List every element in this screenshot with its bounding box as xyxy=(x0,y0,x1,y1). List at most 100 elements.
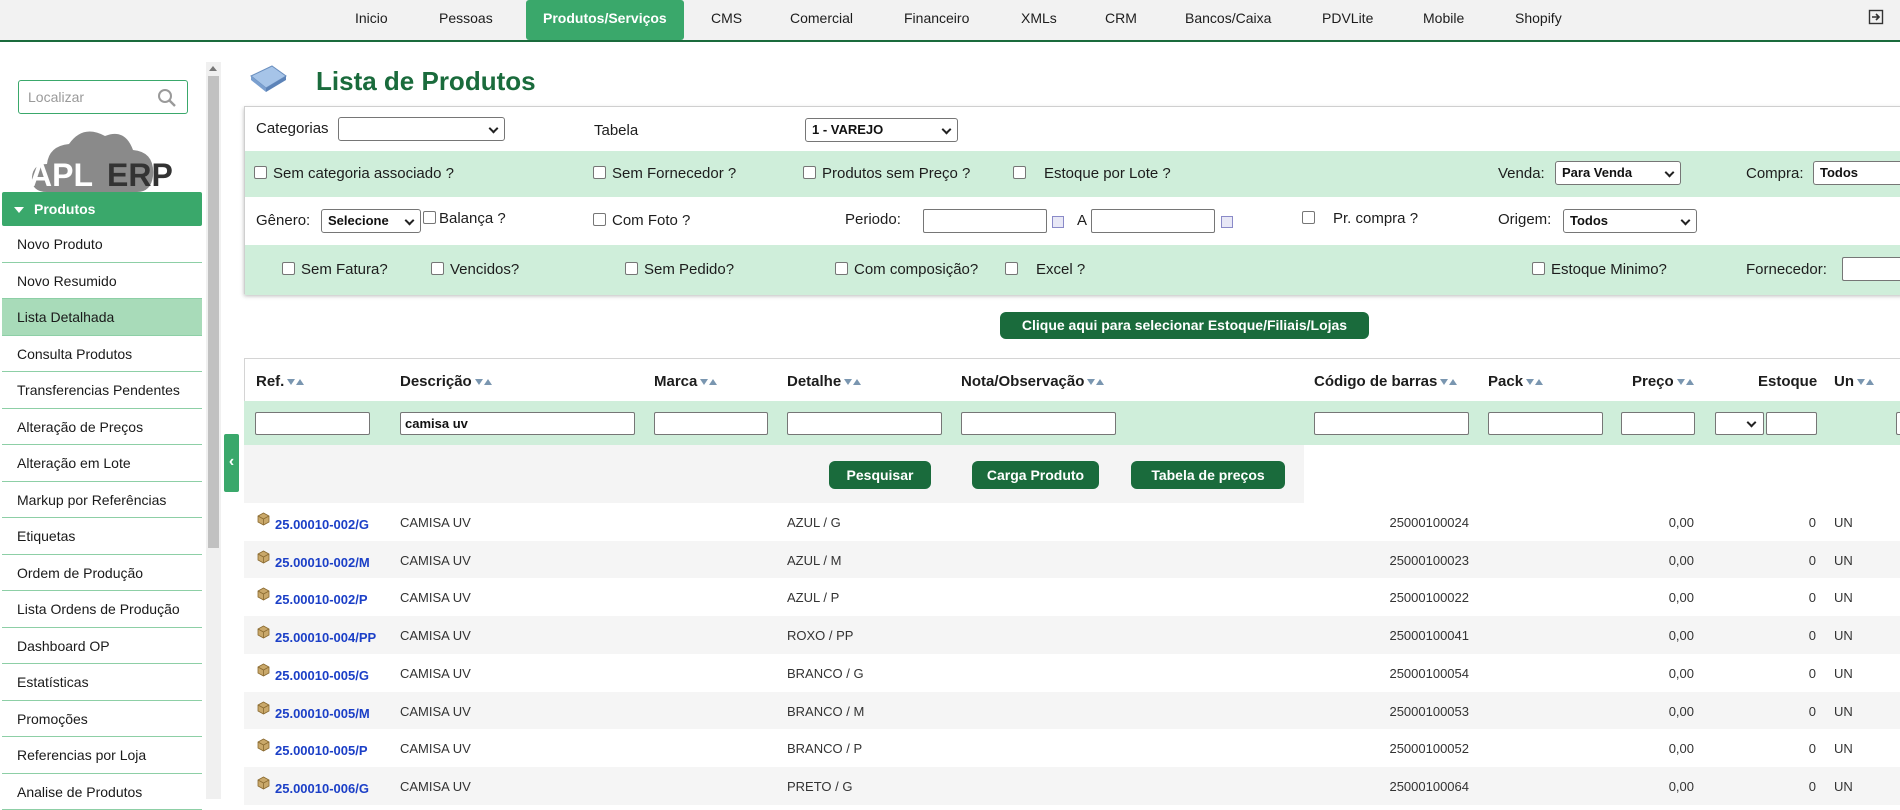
calendar-icon[interactable] xyxy=(1221,216,1233,228)
sidebar-item-alteracao-lote[interactable]: Alteração em Lote xyxy=(2,445,202,482)
checkbox[interactable] xyxy=(803,166,816,179)
genero-select[interactable]: Selecione xyxy=(321,209,421,233)
filter-estoque-op-select[interactable] xyxy=(1715,412,1764,435)
table-row[interactable]: 25.00010-002/MCAMISA UVAZUL / M250001000… xyxy=(244,541,1900,579)
row-ref-link[interactable]: 25.00010-002/P xyxy=(275,592,368,607)
origem-select[interactable]: Todos xyxy=(1563,209,1697,233)
periodo-end-input[interactable] xyxy=(1091,209,1215,233)
row-ref-link[interactable]: 25.00010-005/M xyxy=(275,706,370,721)
checkbox[interactable] xyxy=(1532,262,1545,275)
pesquisar-button[interactable]: Pesquisar xyxy=(829,461,931,489)
scrollbar-thumb[interactable] xyxy=(208,76,219,548)
col-preco[interactable]: Preço xyxy=(1632,373,1694,390)
checkbox[interactable] xyxy=(625,262,638,275)
table-row[interactable]: 25.00010-005/MCAMISA UVBRANCO / M2500010… xyxy=(244,692,1900,730)
filter-codigo-input[interactable] xyxy=(1314,412,1469,435)
checkbox[interactable] xyxy=(1005,262,1018,275)
checkbox[interactable] xyxy=(1013,166,1026,179)
carga-produto-button[interactable]: Carga Produto xyxy=(972,461,1099,489)
chk-sem-categoria[interactable]: Sem categoria associado ? xyxy=(254,165,454,182)
row-ref-link[interactable]: 25.00010-006/G xyxy=(275,781,369,796)
table-row[interactable]: 25.00010-004/PPCAMISA UVROXO / PP2500010… xyxy=(244,616,1900,654)
col-un[interactable]: Un xyxy=(1834,373,1874,390)
chk-pr-compra[interactable]: Pr. compra ? xyxy=(1302,210,1418,227)
sidebar-item-lista-detalhada[interactable]: Lista Detalhada xyxy=(2,299,202,336)
table-row[interactable]: 25.00010-005/PCAMISA UVBRANCO / P2500010… xyxy=(244,729,1900,767)
chk-excel[interactable]: Excel ? xyxy=(1005,261,1085,278)
nav-cms[interactable]: CMS xyxy=(711,0,742,40)
nav-pdvlite[interactable]: PDVLite xyxy=(1322,0,1373,40)
categorias-select[interactable] xyxy=(338,117,505,141)
nav-shopify[interactable]: Shopify xyxy=(1515,0,1562,40)
fornecedor-input[interactable] xyxy=(1842,257,1900,281)
chk-sem-pedido[interactable]: Sem Pedido? xyxy=(625,261,734,278)
row-ref-link[interactable]: 25.00010-004/PP xyxy=(275,630,376,645)
filter-ref-input[interactable] xyxy=(255,412,370,435)
chk-sem-preco[interactable]: Produtos sem Preço ? xyxy=(803,165,970,182)
nav-crm[interactable]: CRM xyxy=(1105,0,1137,40)
sidebar-item-ordem-producao[interactable]: Ordem de Produção xyxy=(2,555,202,592)
filter-estoque-input[interactable] xyxy=(1766,412,1817,435)
checkbox[interactable] xyxy=(593,213,606,226)
row-ref-link[interactable]: 25.00010-005/G xyxy=(275,668,369,683)
col-marca[interactable]: Marca xyxy=(654,373,717,390)
nav-bancos-caixa[interactable]: Bancos/Caixa xyxy=(1185,0,1271,40)
sidebar-item-novo-resumido[interactable]: Novo Resumido xyxy=(2,263,202,300)
nav-xmls[interactable]: XMLs xyxy=(1021,0,1057,40)
sort-icon[interactable] xyxy=(1087,373,1104,390)
sort-icon[interactable] xyxy=(700,373,717,390)
filter-pack-input[interactable] xyxy=(1488,412,1603,435)
checkbox[interactable] xyxy=(254,166,267,179)
sidebar-item-consulta-produtos[interactable]: Consulta Produtos xyxy=(2,336,202,373)
sidebar-item-alteracao-precos[interactable]: Alteração de Preços xyxy=(2,409,202,446)
nav-produtos-servicos[interactable]: Produtos/Serviços xyxy=(526,0,684,40)
search-icon[interactable] xyxy=(157,88,177,108)
sidebar-scrollbar[interactable] xyxy=(206,62,221,799)
collapse-sidebar-button[interactable]: ‹ xyxy=(224,434,239,492)
scroll-up-arrow-icon[interactable] xyxy=(209,66,217,71)
col-detalhe[interactable]: Detalhe xyxy=(787,373,861,390)
filter-descricao-input[interactable]: camisa uv xyxy=(400,412,635,435)
checkbox[interactable] xyxy=(423,211,436,224)
side-menu-section-produtos[interactable]: Produtos xyxy=(2,192,202,226)
nav-mobile[interactable]: Mobile xyxy=(1423,0,1464,40)
chk-com-foto[interactable]: Com Foto ? xyxy=(593,212,690,229)
sidebar-item-transferencias[interactable]: Transferencias Pendentes xyxy=(2,372,202,409)
checkbox[interactable] xyxy=(282,262,295,275)
sidebar-item-estatisticas[interactable]: Estatísticas xyxy=(2,664,202,701)
table-row[interactable]: 25.00010-005/GCAMISA UVBRANCO / G2500010… xyxy=(244,654,1900,692)
sidebar-item-referencias-loja[interactable]: Referencias por Loja xyxy=(2,737,202,774)
sort-icon[interactable] xyxy=(844,373,861,390)
sort-icon[interactable] xyxy=(475,373,492,390)
nav-pessoas[interactable]: Pessoas xyxy=(439,0,493,40)
chk-com-composicao[interactable]: Com composição? xyxy=(835,261,978,278)
col-pack[interactable]: Pack xyxy=(1488,373,1543,390)
col-nota[interactable]: Nota/Observação xyxy=(961,373,1104,390)
checkbox[interactable] xyxy=(593,166,606,179)
sidebar-item-markup[interactable]: Markup por Referências xyxy=(2,482,202,519)
chk-sem-fornecedor[interactable]: Sem Fornecedor ? xyxy=(593,165,736,182)
tabela-select[interactable]: 1 - VAREJO xyxy=(805,118,958,142)
venda-select[interactable]: Para Venda xyxy=(1555,161,1681,185)
row-ref-link[interactable]: 25.00010-005/P xyxy=(275,743,368,758)
sort-icon[interactable] xyxy=(1440,373,1457,390)
chk-estoque-minimo[interactable]: Estoque Minimo? xyxy=(1532,261,1667,278)
row-ref-link[interactable]: 25.00010-002/G xyxy=(275,517,369,532)
chk-balanca[interactable]: Balança ? xyxy=(423,210,506,227)
sidebar-item-promocoes[interactable]: Promoções xyxy=(2,701,202,738)
checkbox[interactable] xyxy=(431,262,444,275)
logout-icon[interactable] xyxy=(1868,9,1884,25)
select-estoque-button[interactable]: Clique aqui para selecionar Estoque/Fili… xyxy=(1000,312,1369,339)
nav-financeiro[interactable]: Financeiro xyxy=(904,0,969,40)
col-ref[interactable]: Ref. xyxy=(256,373,304,390)
row-ref-link[interactable]: 25.00010-002/M xyxy=(275,555,370,570)
sidebar-item-analise-produtos[interactable]: Analise de Produtos xyxy=(2,774,202,810)
sidebar-item-lista-ordens[interactable]: Lista Ordens de Produção xyxy=(2,591,202,628)
periodo-start-input[interactable] xyxy=(923,209,1047,233)
filter-preco-input[interactable] xyxy=(1621,412,1695,435)
chk-sem-fatura[interactable]: Sem Fatura? xyxy=(282,261,388,278)
sidebar-item-etiquetas[interactable]: Etiquetas xyxy=(2,518,202,555)
table-row[interactable]: 25.00010-002/GCAMISA UVAZUL / G250001000… xyxy=(244,503,1900,541)
chk-vencidos[interactable]: Vencidos? xyxy=(431,261,519,278)
nav-inicio[interactable]: Inicio xyxy=(355,0,388,40)
